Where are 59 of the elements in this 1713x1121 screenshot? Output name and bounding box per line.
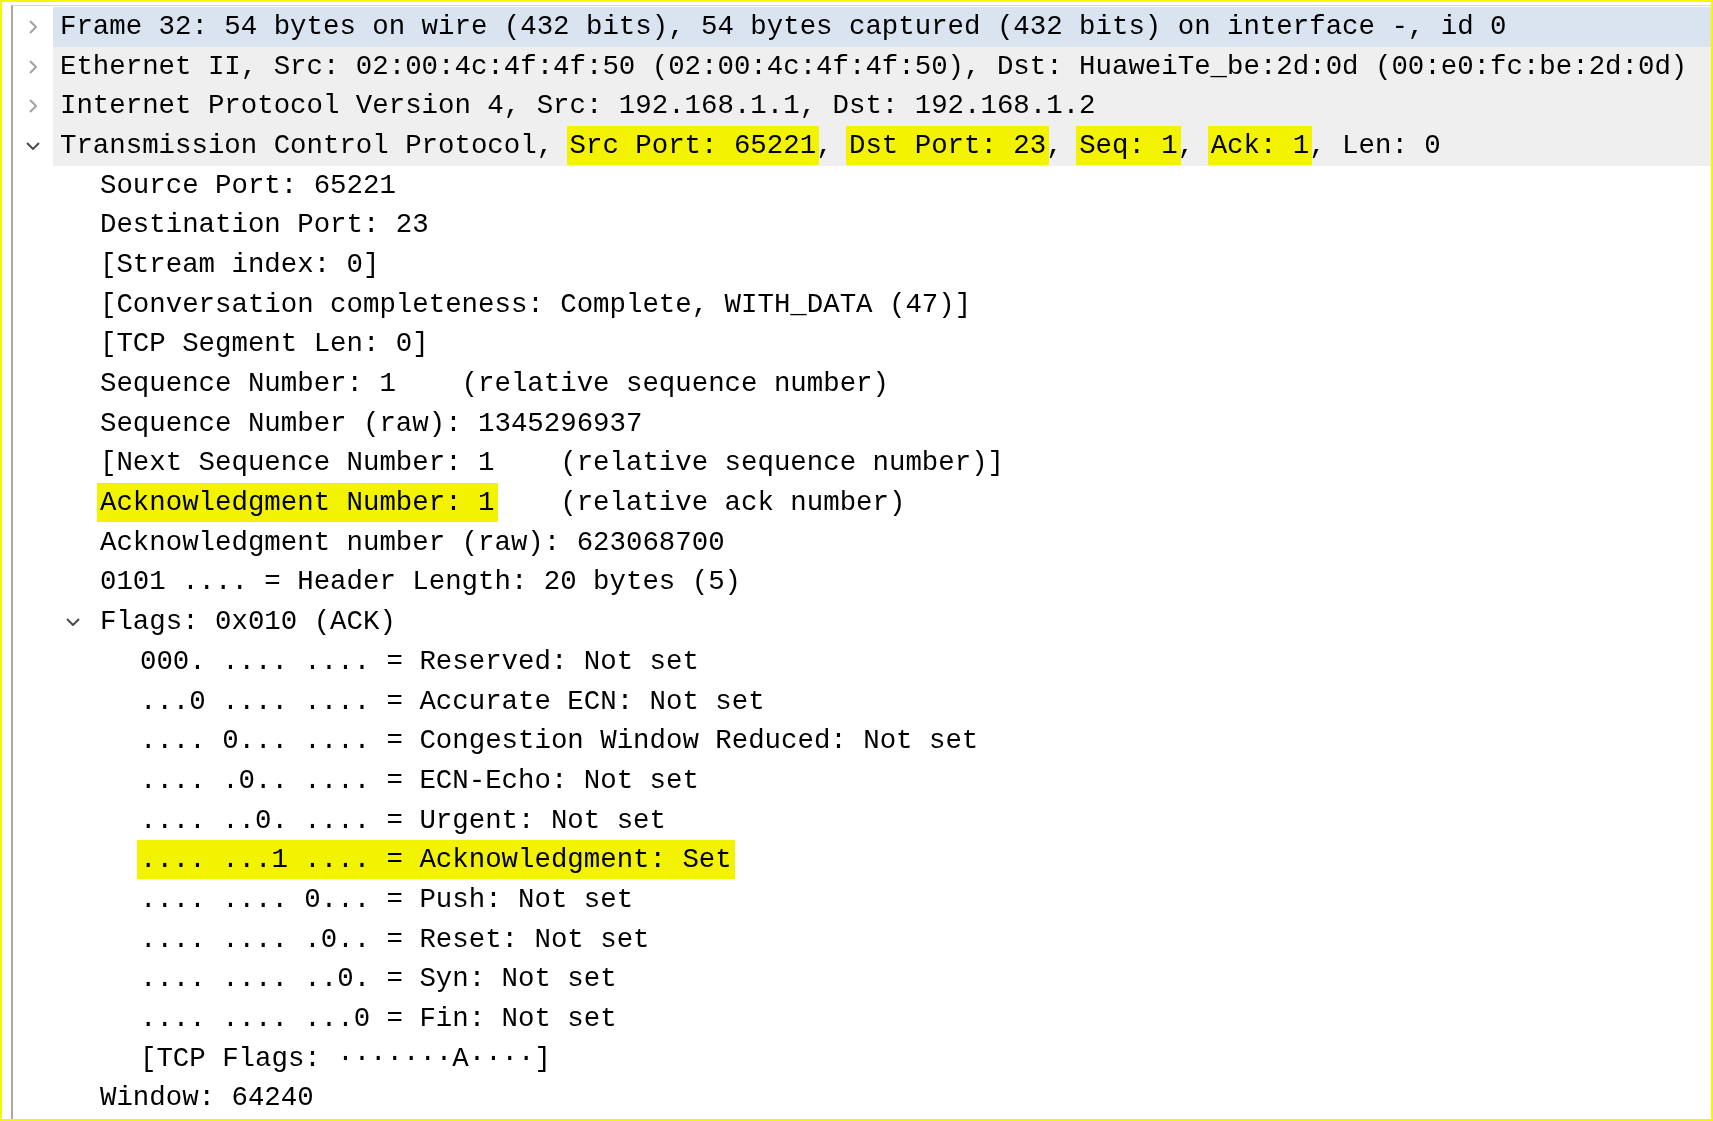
tree-item-label: .... .... ...0 = Fin: Not set	[140, 1003, 617, 1036]
tree-row[interactable]: .... .... ...0 = Fin: Not set	[133, 999, 1711, 1039]
tree-row[interactable]: .... ...1 .... = Acknowledgment: Set	[133, 840, 1711, 881]
tree-row[interactable]: Flags: 0x010 (ACK)	[93, 602, 1711, 642]
tree-item-label: .... .... .0.. = Reset: Not set	[140, 923, 650, 956]
tree-row[interactable]: .... .0.. .... = ECN-Echo: Not set	[133, 761, 1711, 801]
tree-row[interactable]: .... .... 0... = Push: Not set	[133, 880, 1711, 920]
tree-row[interactable]: Destination Port: 23	[93, 205, 1711, 246]
tree-row[interactable]: ...0 .... .... = Accurate ECN: Not set	[133, 681, 1711, 722]
tree-item-label: Sequence Number (raw): 1345296937	[100, 407, 643, 440]
tree-row[interactable]: .... ..0. .... = Urgent: Not set	[133, 800, 1711, 841]
tree-item-label: .... .... ..0. = Syn: Not set	[140, 963, 617, 996]
tree-row[interactable]: Sequence Number (raw): 1345296937	[93, 403, 1711, 444]
tree-row[interactable]: Acknowledgment Number: 1 (relative ack number)	[93, 483, 1711, 523]
tree-item-label: Source Port: 65221	[100, 169, 396, 202]
tree-row[interactable]: 0101 .... = Header Length: 20 bytes (5)	[93, 562, 1711, 603]
tree-row[interactable]: Window: 64240	[93, 1078, 1711, 1119]
tree-row[interactable]: [Next Sequence Number: 1 (relative sequence number)]	[93, 443, 1711, 484]
tree-row[interactable]: .... .... ..0. = Syn: Not set	[133, 959, 1711, 1000]
tree-item-label: [TCP Flags: ·······A····]	[140, 1042, 551, 1075]
chevron-right-icon[interactable]	[29, 19, 37, 34]
chevron-down-icon[interactable]	[66, 618, 80, 627]
tree-item-label: .... .0.. .... = ECN-Echo: Not set	[140, 764, 699, 797]
tree-item-label: Window: 64240	[100, 1082, 314, 1115]
tree-item-label: .... .... 0... = Push: Not set	[140, 883, 634, 916]
chevron-down-icon[interactable]	[26, 141, 40, 150]
tree-item-label: Sequence Number: 1 (relative sequence number)	[100, 368, 889, 401]
tree-row[interactable]: 000. .... .... = Reserved: Not set	[133, 642, 1711, 682]
tree-row[interactable]: Transmission Control Protocol, Src Port: 65221, Dst Port: 23, Seq: 1, Ack: 1, Len: 0	[53, 126, 1711, 166]
tree-row[interactable]: Internet Protocol Version 4, Src: 192.168.1.1, Dst: 192.168.1.2	[53, 86, 1711, 127]
tree-item-label: 000. .... .... = Reserved: Not set	[140, 645, 699, 678]
tree-item-label: Ethernet II, Src: 02:00:4c:4f:4f:50 (02:00:4c:4f:4f:50), Dst: HuaweiTe_be:2d:0d (00:e0:fc:be:2d:0d)	[60, 50, 1688, 83]
tree-item-label: ...0 .... .... = Accurate ECN: Not set	[140, 685, 765, 718]
tree-row[interactable]: Acknowledgment number (raw): 623068700	[93, 522, 1711, 563]
tree-item-label: Frame 32: 54 bytes on wire (432 bits), 54 bytes captured (432 bits) on interface -, id 0	[60, 10, 1507, 43]
tree-row[interactable]: [TCP Flags: ·······A····]	[133, 1038, 1711, 1079]
tree-row[interactable]: Source Port: 65221	[93, 165, 1711, 206]
tree-item-label: [TCP Segment Len: 0]	[100, 328, 429, 361]
tree-item-label: Internet Protocol Version 4, Src: 192.168.1.1, Dst: 192.168.1.2	[60, 90, 1096, 123]
tree-item-label: [Next Sequence Number: 1 (relative sequence number)]	[100, 447, 1005, 480]
chevron-right-icon[interactable]	[29, 99, 37, 114]
tree-row[interactable]: [Stream index: 0]	[93, 245, 1711, 285]
tree-item-label: [Stream index: 0]	[100, 248, 380, 281]
tree-item-label: Destination Port: 23	[100, 209, 429, 242]
tree-row[interactable]: .... .... .0.. = Reset: Not set	[133, 919, 1711, 960]
tree-item-label: Acknowledgment number (raw): 623068700	[100, 526, 725, 559]
tree-item-label: .... ..0. .... = Urgent: Not set	[140, 804, 666, 837]
tree-row[interactable]: Sequence Number: 1 (relative sequence number)	[93, 364, 1711, 404]
tree-row[interactable]: Ethernet II, Src: 02:00:4c:4f:4f:50 (02:00:4c:4f:4f:50), Dst: HuaweiTe_be:2d:0d (00:e0:fc:be:2d:0d)	[53, 46, 1711, 87]
tree-row[interactable]: [Conversation completeness: Complete, WITH_DATA (47)]	[93, 284, 1711, 325]
tree-item-label: Flags: 0x010 (ACK)	[100, 606, 396, 639]
tree-row[interactable]: [TCP Segment Len: 0]	[93, 324, 1711, 365]
tree-item-label: Transmission Control Protocol, Src Port: 65221, Dst Port: 23, Seq: 1, Ack: 1, Len: 0	[60, 129, 1441, 162]
tree-row[interactable]: .... 0... .... = Congestion Window Reduced: Not set	[133, 721, 1711, 762]
tree-item-label: 0101 .... = Header Length: 20 bytes (5)	[100, 566, 742, 599]
tree-row[interactable]: Frame 32: 54 bytes on wire (432 bits), 54 bytes captured (432 bits) on interface -, id 0	[53, 7, 1711, 47]
chevron-right-icon[interactable]	[29, 59, 37, 74]
tree-item-label: [Conversation completeness: Complete, WITH_DATA (47)]	[100, 288, 972, 321]
tree-item-label: .... 0... .... = Congestion Window Reduced: Not set	[140, 725, 979, 758]
